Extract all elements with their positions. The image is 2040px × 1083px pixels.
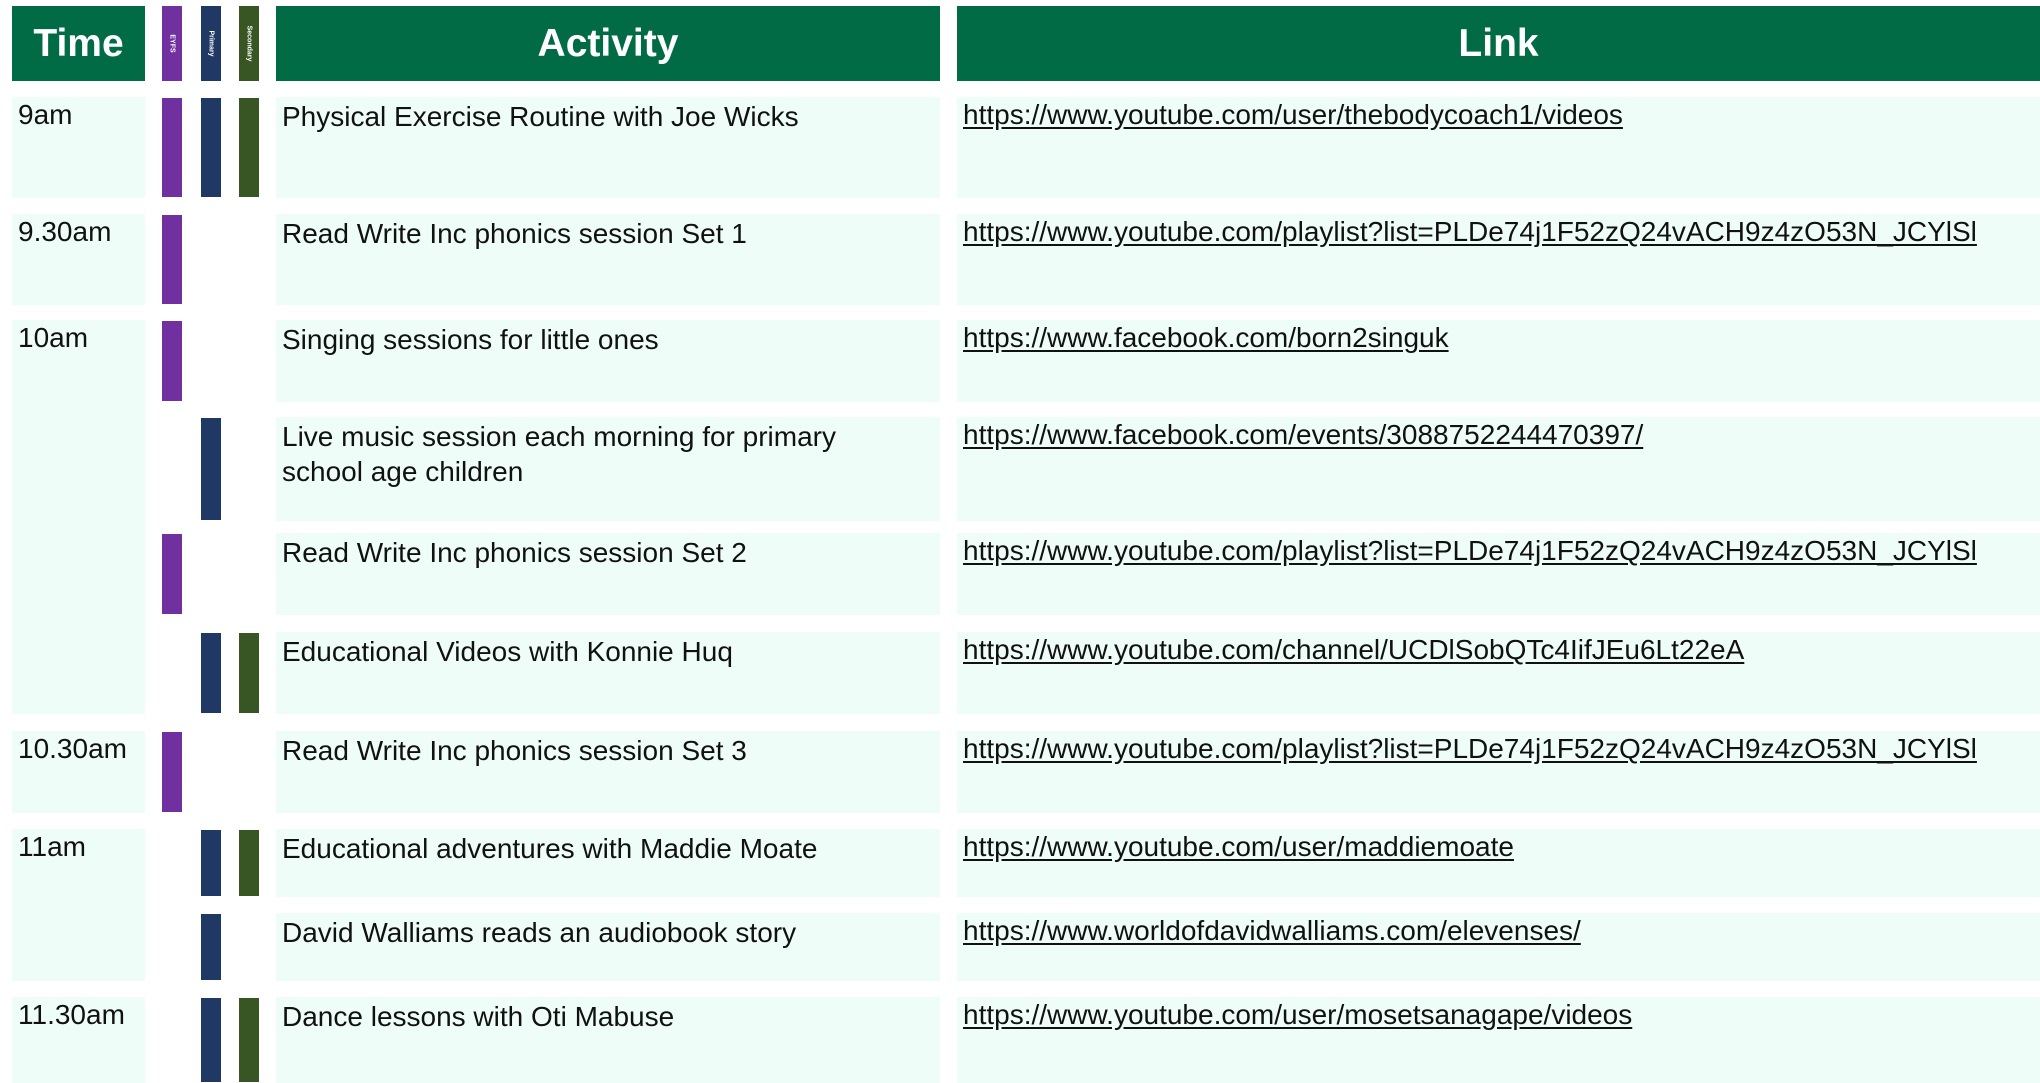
activity-label: Read Write Inc phonics session Set 3	[282, 735, 747, 766]
time-cell: 9am	[12, 97, 145, 198]
eyfs-indicator-bar	[162, 321, 182, 401]
primary-indicator-bar	[201, 998, 221, 1082]
activity-link[interactable]: https://www.youtube.com/playlist?list=PL…	[963, 216, 2026, 248]
activity-label: Read Write Inc phonics session Set 1	[282, 218, 747, 249]
activity-column-header: Activity	[276, 6, 940, 81]
time-cell: 11am	[12, 829, 145, 981]
time-label: 9.30am	[18, 216, 112, 247]
eyfs-column-header: EYFS	[162, 6, 182, 81]
time-cell: 10.30am	[12, 731, 145, 813]
time-label: 11am	[18, 831, 86, 862]
eyfs-header-label: EYFS	[168, 34, 176, 53]
activity-label: Educational adventures with Maddie Moate	[282, 833, 818, 864]
primary-indicator-bar	[201, 830, 221, 896]
activity-link[interactable]: https://www.youtube.com/user/thebodycoac…	[963, 99, 2026, 131]
activity-link[interactable]: https://www.youtube.com/playlist?list=PL…	[963, 733, 2026, 765]
secondary-indicator-bar	[239, 830, 259, 896]
time-cell: 10am	[12, 320, 145, 714]
activity-link[interactable]: https://www.youtube.com/user/maddiemoate	[963, 831, 2026, 863]
primary-header-label: Primary	[207, 30, 215, 57]
primary-column-header: Primary	[201, 6, 221, 81]
primary-indicator-bar	[201, 633, 221, 713]
secondary-column-header: Secondary	[239, 6, 259, 81]
secondary-indicator-bar	[239, 998, 259, 1082]
activity-label: Physical Exercise Routine with Joe Wicks	[282, 101, 799, 132]
time-column-header: Time	[12, 6, 145, 81]
activity-label: Read Write Inc phonics session Set 2	[282, 537, 747, 568]
activity-link[interactable]: https://www.facebook.com/born2singuk	[963, 322, 2026, 354]
secondary-indicator-bar	[239, 98, 259, 197]
time-label: 10.30am	[18, 733, 127, 764]
activity-link[interactable]: https://www.worldofdavidwalliams.com/ele…	[963, 915, 2026, 947]
secondary-header-label: Secondary	[245, 25, 253, 62]
activity-label: David Walliams reads an audiobook story	[282, 917, 797, 948]
activity-link[interactable]: https://www.youtube.com/user/mosetsanaga…	[963, 999, 2026, 1031]
primary-indicator-bar	[201, 418, 221, 520]
activity-link[interactable]: https://www.youtube.com/channel/UCDlSobQ…	[963, 634, 2026, 666]
time-cell: 11.30am	[12, 997, 145, 1083]
secondary-indicator-bar	[239, 633, 259, 713]
activity-label: Live music session each morning for prim…	[282, 421, 836, 487]
activity-link[interactable]: https://www.facebook.com/events/30887522…	[963, 419, 2026, 451]
eyfs-indicator-bar	[162, 98, 182, 197]
eyfs-indicator-bar	[162, 732, 182, 812]
activity-link[interactable]: https://www.youtube.com/playlist?list=PL…	[963, 535, 2026, 567]
time-label: 9am	[18, 99, 73, 130]
eyfs-indicator-bar	[162, 534, 182, 614]
time-cell: 9.30am	[12, 214, 145, 305]
eyfs-indicator-bar	[162, 215, 182, 304]
time-label: 11.30am	[18, 999, 125, 1030]
time-label: 10am	[18, 322, 89, 353]
activity-label: Singing sessions for little ones	[282, 324, 659, 355]
link-column-header: Link	[957, 6, 2040, 81]
primary-indicator-bar	[201, 914, 221, 980]
primary-indicator-bar	[201, 98, 221, 197]
activity-label: Dance lessons with Oti Mabuse	[282, 1001, 675, 1032]
activity-label: Educational Videos with Konnie Huq	[282, 636, 733, 667]
